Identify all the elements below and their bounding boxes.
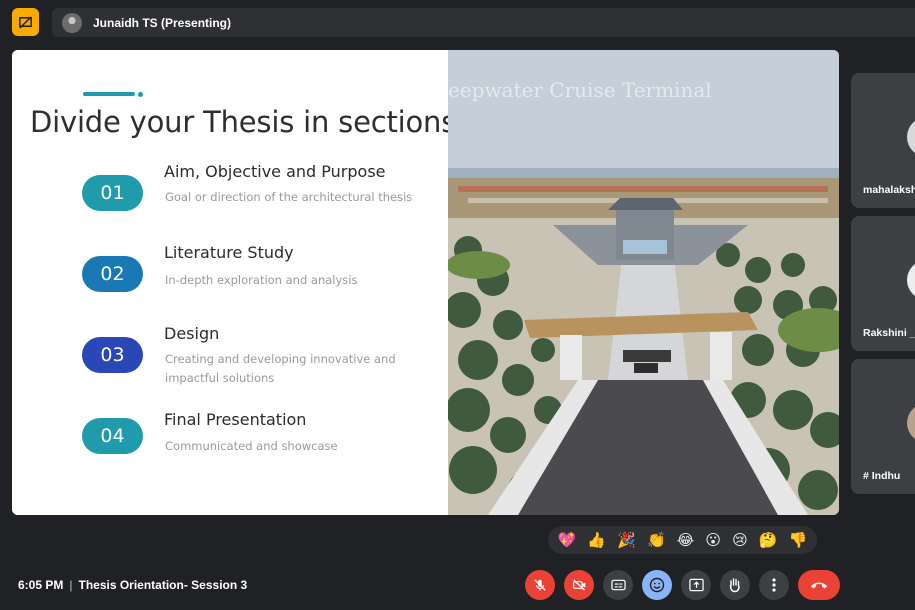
microphone-toggle-button[interactable] bbox=[525, 570, 555, 600]
presenter-label: Junaidh TS (Presenting) bbox=[93, 15, 232, 30]
slide-content-panel: Divide your Thesis in sections 01 Aim, O… bbox=[12, 50, 456, 515]
participant-name: Rakshini _ bbox=[863, 327, 915, 339]
more-options-button[interactable] bbox=[759, 570, 789, 600]
participant-tile[interactable]: mahalakshmi bbox=[851, 73, 915, 208]
present-screen-icon bbox=[688, 578, 704, 592]
section-description: Creating and developing innovative and i… bbox=[165, 352, 396, 385]
present-now-button[interactable] bbox=[681, 570, 711, 600]
meeting-time: 6:05 PM bbox=[18, 578, 64, 592]
heart-reaction-button[interactable]: 💖 bbox=[558, 533, 577, 548]
sad-reaction-button[interactable]: 😢 bbox=[732, 533, 748, 548]
reactions-bar: 💖 👍 🎉 👏 😂 😮 😢 🤔 👎 bbox=[548, 526, 817, 554]
closed-captions-icon bbox=[610, 579, 626, 591]
send-reaction-button[interactable] bbox=[642, 570, 672, 600]
participant-name: # Indhu bbox=[863, 470, 901, 482]
presenter-avatar bbox=[62, 12, 82, 33]
section-heading: Design bbox=[164, 324, 220, 343]
captions-button[interactable] bbox=[603, 570, 633, 600]
participant-avatar bbox=[907, 403, 915, 443]
smiley-icon bbox=[649, 577, 665, 593]
section-description: Goal or direction of the architectural t… bbox=[165, 190, 413, 204]
render-caption: eepwater Cruise Terminal bbox=[448, 78, 712, 102]
slide-title: Divide your Thesis in sections bbox=[30, 105, 457, 139]
end-call-icon bbox=[811, 582, 827, 589]
mic-off-icon bbox=[534, 579, 546, 591]
camera-toggle-button[interactable] bbox=[564, 570, 594, 600]
leave-call-button[interactable] bbox=[798, 570, 840, 600]
clapping-reaction-button[interactable]: 👏 bbox=[647, 533, 666, 548]
thumbs-up-reaction-button[interactable]: 👍 bbox=[587, 533, 606, 548]
meeting-info-separator: | bbox=[69, 578, 73, 592]
title-accent-line bbox=[83, 92, 135, 96]
section-description: In-depth exploration and analysis bbox=[165, 273, 358, 287]
camera-off-icon bbox=[572, 579, 585, 591]
raise-hand-icon bbox=[729, 578, 740, 593]
laughing-reaction-button[interactable]: 😂 bbox=[677, 533, 695, 548]
shared-slide: Divide your Thesis in sections 01 Aim, O… bbox=[12, 50, 839, 515]
meeting-title: Thesis Orientation- Session 3 bbox=[78, 578, 248, 592]
party-popper-reaction-button[interactable]: 🎉 bbox=[617, 533, 636, 548]
raise-hand-button[interactable] bbox=[720, 570, 750, 600]
title-accent-dot bbox=[138, 92, 143, 97]
participant-name: mahalakshmi bbox=[863, 184, 915, 196]
participant-avatar bbox=[907, 117, 915, 157]
thumbs-down-reaction-button[interactable]: 👎 bbox=[789, 533, 808, 548]
section-number-badge: 02 bbox=[82, 256, 143, 292]
more-vertical-icon bbox=[772, 578, 776, 592]
architecture-render-image: eepwater Cruise Terminal bbox=[448, 50, 839, 515]
section-heading: Literature Study bbox=[164, 243, 294, 262]
thinking-reaction-button[interactable]: 🤔 bbox=[759, 533, 778, 548]
section-number-badge: 03 bbox=[82, 337, 143, 373]
participant-tile[interactable]: # Indhu bbox=[851, 359, 915, 494]
section-heading: Final Presentation bbox=[164, 410, 307, 429]
meeting-info: 6:05 PM | Thesis Orientation- Session 3 bbox=[18, 578, 247, 592]
meet-logo-icon[interactable] bbox=[12, 8, 39, 36]
section-number-badge: 01 bbox=[82, 175, 143, 211]
participant-avatar bbox=[907, 260, 915, 300]
section-description: Communicated and showcase bbox=[165, 439, 338, 453]
surprised-reaction-button[interactable]: 😮 bbox=[705, 533, 721, 548]
section-number-badge: 04 bbox=[82, 418, 143, 454]
section-heading: Aim, Objective and Purpose bbox=[164, 162, 386, 181]
presenter-bar[interactable]: Junaidh TS (Presenting) bbox=[52, 8, 915, 37]
participant-tile[interactable]: Rakshini _ bbox=[851, 216, 915, 351]
